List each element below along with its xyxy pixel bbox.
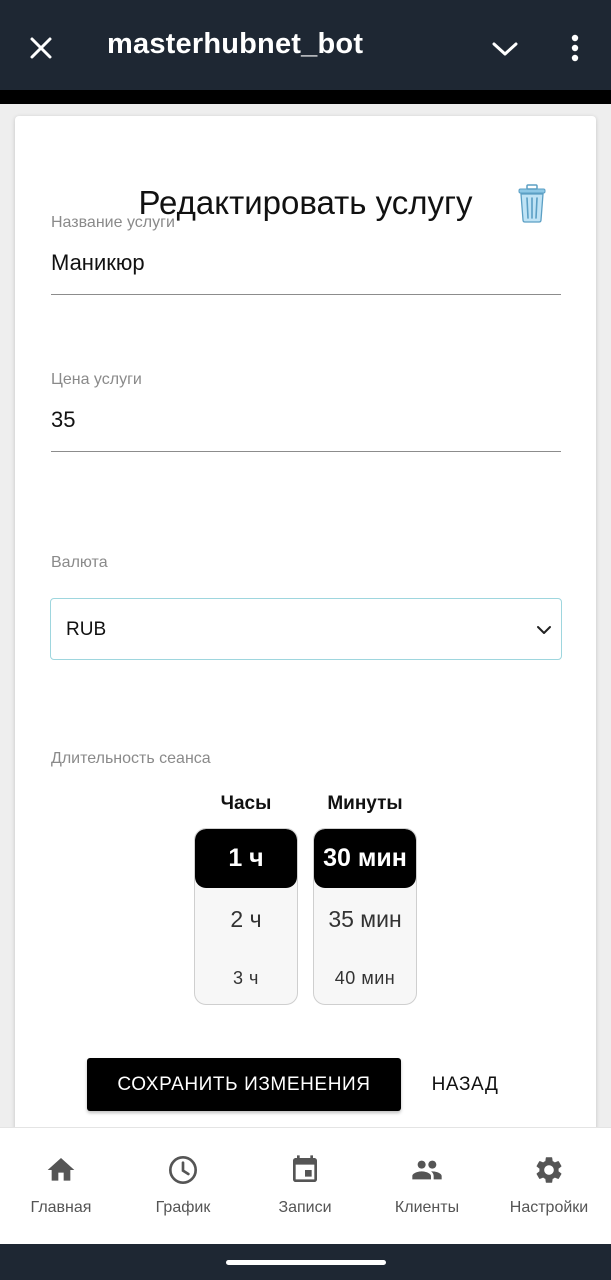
- duration-label: Длительность сеанса: [51, 750, 211, 767]
- hours-option-selected[interactable]: 1 ч: [195, 829, 297, 888]
- nav-label: Записи: [278, 1199, 332, 1216]
- home-gesture-handle[interactable]: [226, 1260, 386, 1265]
- home-icon: [45, 1154, 77, 1186]
- gear-icon: [533, 1154, 565, 1186]
- bot-title: masterhubnet_bot: [107, 28, 364, 60]
- webapp-screen: Редактировать услугу Название услуги Ман…: [0, 104, 611, 1146]
- system-navigation-bar: [0, 1244, 611, 1280]
- service-price-label: Цена услуги: [51, 371, 142, 388]
- minutes-picker[interactable]: 30 мин 35 мин 40 мин: [313, 828, 417, 1005]
- trash-icon[interactable]: [512, 182, 552, 224]
- chevron-down-icon: [535, 621, 553, 639]
- nav-item-clients[interactable]: Клиенты: [366, 1128, 488, 1245]
- chevron-down-icon[interactable]: [488, 34, 522, 64]
- currency-select[interactable]: RUB: [50, 598, 562, 660]
- currency-label: Валюта: [51, 554, 108, 571]
- more-vertical-icon[interactable]: [560, 30, 590, 66]
- service-name-underline: [51, 294, 561, 295]
- nav-label: График: [155, 1199, 211, 1216]
- nav-label: Главная: [30, 1199, 92, 1216]
- minutes-option[interactable]: 35 мин: [314, 891, 416, 947]
- hours-option[interactable]: 2 ч: [195, 891, 297, 947]
- minutes-option-selected[interactable]: 30 мин: [314, 829, 416, 888]
- nav-label: Настройки: [509, 1199, 589, 1216]
- currency-selected-value: RUB: [66, 619, 107, 640]
- app-header: masterhubnet_bot: [0, 0, 611, 90]
- service-price-field[interactable]: 35: [51, 407, 561, 433]
- nav-item-schedule[interactable]: График: [122, 1128, 244, 1245]
- hours-option[interactable]: 3 ч: [195, 950, 297, 1004]
- clock-icon: [167, 1154, 199, 1186]
- back-button[interactable]: НАЗАД: [415, 1058, 515, 1111]
- header-divider: [0, 90, 611, 104]
- nav-label: Клиенты: [394, 1199, 460, 1216]
- minutes-header: Минуты: [327, 793, 403, 814]
- close-icon[interactable]: [26, 30, 56, 66]
- service-price-underline: [51, 451, 561, 452]
- service-name-label: Название услуги: [51, 214, 175, 231]
- save-changes-button[interactable]: СОХРАНИТЬ ИЗМЕНЕНИЯ: [87, 1058, 401, 1111]
- nav-item-home[interactable]: Главная: [0, 1128, 122, 1245]
- bottom-navigation: Главная График Записи Клиенты Настройки: [0, 1127, 611, 1244]
- service-name-field[interactable]: Маникюр: [51, 250, 561, 276]
- nav-item-appointments[interactable]: Записи: [244, 1128, 366, 1245]
- hours-picker[interactable]: 1 ч 2 ч 3 ч: [194, 828, 298, 1005]
- minutes-option[interactable]: 40 мин: [314, 950, 416, 1004]
- hours-header: Часы: [220, 793, 272, 814]
- people-icon: [411, 1154, 443, 1186]
- nav-item-settings[interactable]: Настройки: [488, 1128, 610, 1245]
- edit-service-card: Редактировать услугу Название услуги Ман…: [15, 116, 596, 1146]
- calendar-icon: [289, 1154, 321, 1186]
